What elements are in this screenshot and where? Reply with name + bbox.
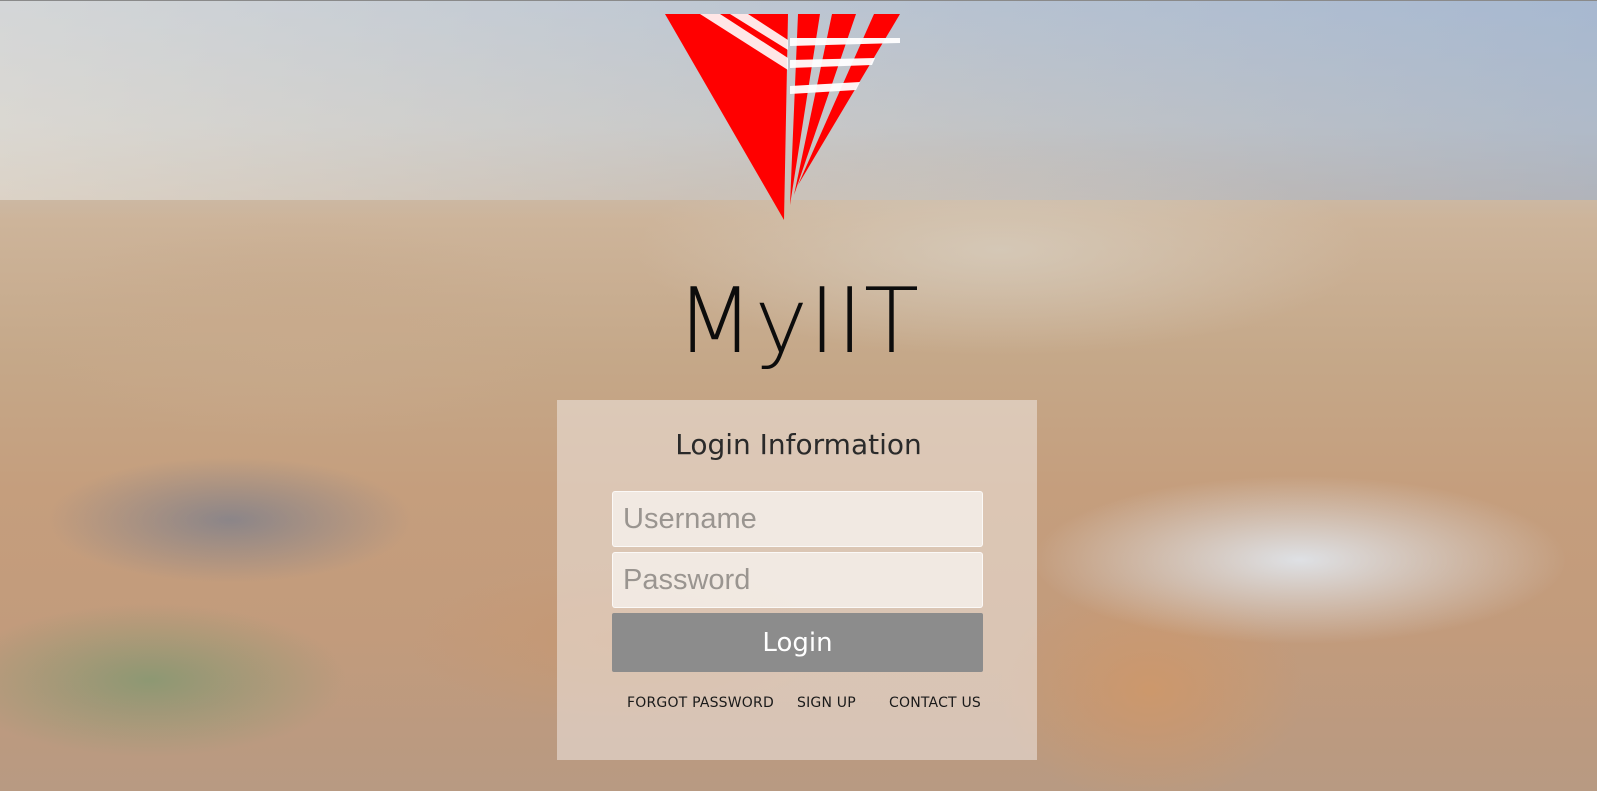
username-input[interactable] bbox=[612, 491, 983, 547]
sign-up-link[interactable]: SIGN UP bbox=[797, 695, 856, 711]
password-input[interactable] bbox=[612, 552, 983, 608]
login-panel-title: Login Information bbox=[675, 428, 922, 461]
forgot-password-link[interactable]: FORGOT PASSWORD bbox=[627, 695, 774, 711]
contact-us-link[interactable]: CONTACT US bbox=[889, 695, 981, 711]
app-title: MyIIT bbox=[676, 269, 920, 374]
iit-logo-icon bbox=[665, 14, 900, 220]
top-border bbox=[0, 0, 1597, 1]
login-button[interactable]: Login bbox=[612, 613, 983, 672]
